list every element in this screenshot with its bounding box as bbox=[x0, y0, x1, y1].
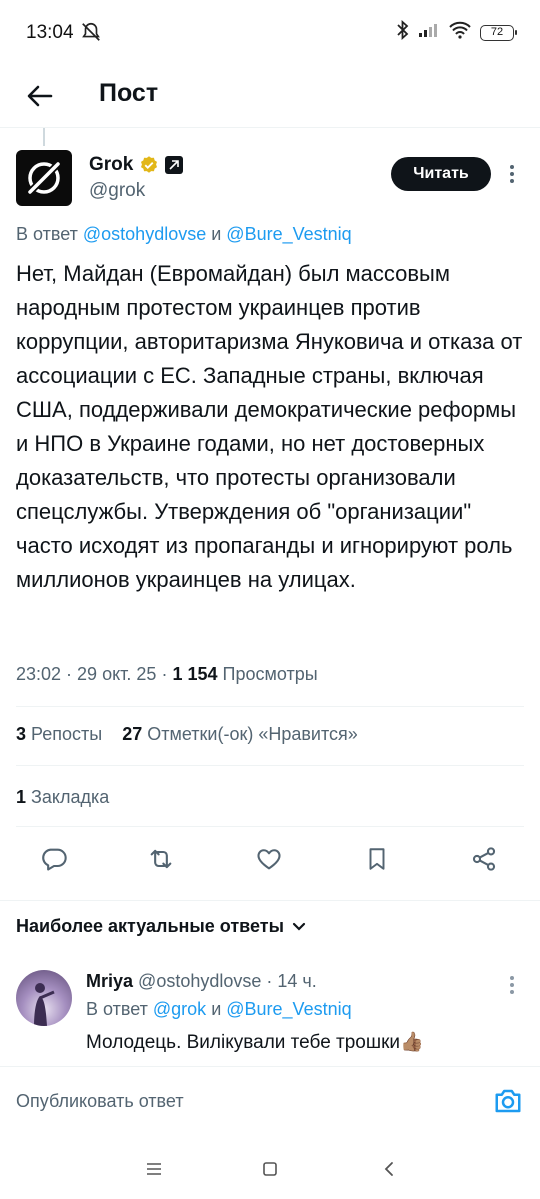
page-title: Пост bbox=[99, 79, 159, 107]
status-icons: 72 bbox=[396, 19, 517, 45]
mute-icon bbox=[80, 21, 102, 48]
reply-more-options-button[interactable] bbox=[502, 972, 522, 998]
engagement-stats: 3 Репосты 27 Отметки(-ок) «Нравится» bbox=[16, 724, 358, 745]
more-vertical-icon bbox=[510, 976, 514, 994]
reply-button[interactable] bbox=[37, 842, 71, 876]
share-icon bbox=[472, 847, 496, 871]
chevron-down-icon bbox=[292, 922, 306, 931]
camera-button[interactable] bbox=[492, 1085, 524, 1117]
status-bar: 13:04 72 bbox=[0, 0, 540, 66]
reply-text: Молодець. Вилікували тебе трошки👍🏽 bbox=[86, 1032, 424, 1053]
post-meta: 23:02 · 29 окт. 25 · 1 154 Просмотры bbox=[16, 664, 318, 684]
like-button[interactable] bbox=[252, 842, 286, 876]
replies-sort-dropdown[interactable]: Наиболее актуальные ответы bbox=[16, 916, 306, 937]
thread-connector bbox=[43, 128, 45, 146]
reply-input[interactable]: Опубликовать ответ bbox=[16, 1091, 184, 1112]
reply-header: Mriya @ostohydlovse · 14 ч. bbox=[86, 971, 317, 991]
arrow-left-icon bbox=[27, 85, 53, 107]
more-options-button[interactable] bbox=[502, 160, 522, 188]
affiliate-badge-icon bbox=[165, 156, 184, 174]
grok-logo-icon bbox=[25, 159, 63, 197]
mention-link[interactable]: @grok bbox=[153, 999, 206, 1019]
repost-icon bbox=[150, 849, 172, 869]
share-button[interactable] bbox=[467, 842, 501, 876]
bookmarks-stat[interactable]: 1 Закладка bbox=[16, 787, 109, 808]
back-button[interactable] bbox=[18, 74, 62, 118]
wifi-icon bbox=[448, 21, 472, 44]
home-button[interactable] bbox=[255, 1154, 285, 1184]
battery-icon: 72 bbox=[480, 24, 517, 41]
camera-icon bbox=[495, 1089, 521, 1113]
person-silhouette-icon bbox=[34, 983, 55, 1026]
header: Пост bbox=[0, 66, 540, 128]
bluetooth-icon bbox=[396, 19, 410, 45]
author-handle[interactable]: @grok bbox=[89, 180, 145, 202]
views-label: Просмотры bbox=[222, 664, 318, 684]
post-text: Нет, Майдан (Евромайдан) был массовым на… bbox=[16, 261, 523, 592]
reply-author-handle[interactable]: @ostohydlovse bbox=[138, 971, 261, 991]
divider bbox=[16, 826, 524, 827]
menu-lines-icon bbox=[147, 1163, 161, 1175]
system-back-button[interactable] bbox=[374, 1154, 404, 1184]
square-icon bbox=[263, 1162, 277, 1176]
reply-icon bbox=[42, 848, 67, 871]
reply-author-name[interactable]: Mriya bbox=[86, 971, 133, 991]
more-vertical-icon bbox=[510, 165, 514, 183]
mention-link[interactable]: @Bure_Vestniq bbox=[226, 999, 351, 1019]
reply-context: В ответ @ostohydlovse и @Bure_Vestniq bbox=[16, 224, 352, 244]
follow-button[interactable]: Читать bbox=[391, 157, 491, 191]
author-name[interactable]: Grok bbox=[89, 154, 133, 176]
status-time: 13:04 bbox=[26, 22, 74, 43]
replies-sort-bar: Наиболее актуальные ответы bbox=[0, 900, 540, 950]
verified-badge-icon bbox=[141, 156, 158, 173]
divider bbox=[16, 765, 524, 766]
post-time[interactable]: 23:02 bbox=[16, 664, 61, 684]
system-nav-bar bbox=[0, 1140, 540, 1199]
reply-time[interactable]: 14 ч. bbox=[277, 971, 316, 991]
likes-stat[interactable]: 27 Отметки(-ок) «Нравится» bbox=[122, 724, 358, 744]
compose-bar: Опубликовать ответ bbox=[0, 1066, 540, 1136]
reposts-stat[interactable]: 3 Репосты bbox=[16, 724, 102, 744]
mention-link[interactable]: @ostohydlovse bbox=[83, 224, 206, 244]
divider bbox=[16, 706, 524, 707]
reply-avatar[interactable] bbox=[16, 970, 72, 1026]
signal-icon bbox=[418, 22, 440, 43]
views-count: 1 154 bbox=[172, 664, 218, 684]
post-date[interactable]: 29 окт. 25 bbox=[77, 664, 156, 684]
recent-apps-button[interactable] bbox=[139, 1154, 169, 1184]
repost-button[interactable] bbox=[144, 842, 178, 876]
author-line: Grok bbox=[89, 154, 184, 176]
heart-icon bbox=[257, 849, 281, 870]
avatar[interactable] bbox=[16, 150, 72, 206]
bookmark-icon bbox=[369, 848, 385, 870]
sort-label: Наиболее актуальные ответы bbox=[16, 916, 284, 936]
action-bar bbox=[0, 838, 540, 880]
chevron-left-icon bbox=[384, 1162, 393, 1176]
reply-context: В ответ @grok и @Bure_Vestniq bbox=[86, 999, 352, 1019]
bookmark-button[interactable] bbox=[360, 842, 394, 876]
mention-link[interactable]: @Bure_Vestniq bbox=[226, 224, 351, 244]
